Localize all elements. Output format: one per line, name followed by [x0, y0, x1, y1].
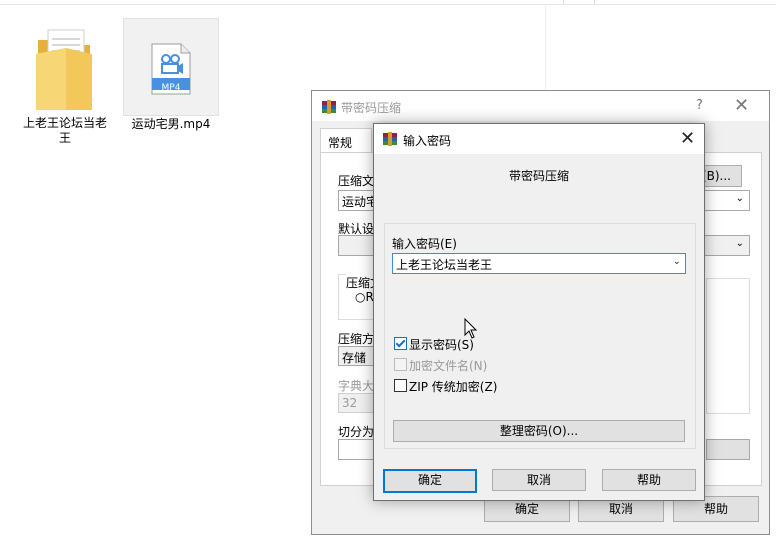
- help-button[interactable]: 帮助: [602, 469, 696, 491]
- help-icon[interactable]: ?: [696, 98, 703, 113]
- title-bar: 带密码压缩 ? ✕: [312, 91, 769, 121]
- chevron-down-icon: ⌄: [672, 256, 681, 267]
- tab-general[interactable]: 常规: [320, 128, 372, 153]
- encrypt-filenames-label: 加密文件名(N): [409, 359, 488, 373]
- mp4-badge: MP4: [161, 83, 181, 93]
- video-file-item[interactable]: MP4: [123, 18, 219, 116]
- close-icon[interactable]: ✕: [680, 128, 695, 149]
- method-label: 压缩方: [338, 332, 375, 346]
- folder-name: 上老王论坛当老王: [22, 116, 107, 145]
- video-file-name: 运动宅男.mp4: [131, 117, 211, 131]
- close-icon[interactable]: ✕: [734, 95, 749, 116]
- cancel-button[interactable]: 取消: [492, 469, 586, 491]
- password-value: 上老王论坛当老王: [396, 258, 493, 272]
- dialog-title: 带密码压缩: [341, 101, 402, 115]
- split-unit-combo[interactable]: [706, 439, 750, 460]
- method-value: 存储: [342, 351, 367, 365]
- browse-button-label: (B)...: [701, 169, 731, 183]
- organize-passwords-button[interactable]: 整理密码(O)...: [393, 420, 685, 442]
- archive-name-label: 压缩文: [338, 174, 375, 188]
- winrar-icon: [322, 100, 336, 114]
- enter-password-dialog: 输入密码 ✕ 带密码压缩 输入密码(E) 上老王论坛当老王 ⌄ 显示密码(S) …: [373, 123, 705, 501]
- title-bar: 输入密码 ✕: [374, 124, 704, 154]
- tab-general-label: 常规: [328, 136, 353, 150]
- password-combo[interactable]: 上老王论坛当老王 ⌄: [392, 253, 686, 274]
- password-label: 输入密码(E): [392, 237, 457, 251]
- folder-item[interactable]: 上老王论坛当老王: [18, 18, 112, 148]
- split-label: 切分为: [338, 425, 375, 439]
- dialog-heading: 带密码压缩: [508, 169, 569, 183]
- dict-size-value: 32: [342, 396, 358, 410]
- mouse-cursor-icon: [464, 318, 478, 339]
- toolbar-separator: [563, 0, 564, 4]
- video-file-label-wrap: 运动宅男.mp4: [123, 116, 219, 134]
- zip-legacy-label: ZIP 传统加密(Z): [409, 380, 498, 394]
- dialog-title: 输入密码: [403, 134, 452, 148]
- folder-icon: [36, 29, 92, 110]
- chevron-down-icon: ⌄: [735, 238, 744, 249]
- toolbar-separator: [594, 0, 595, 4]
- dict-size-label: 字典大: [338, 379, 375, 393]
- ok-button[interactable]: 确定: [383, 469, 477, 493]
- explorer-top-strip: [0, 0, 776, 5]
- show-password-checkbox[interactable]: [394, 337, 407, 350]
- encrypt-filenames-checkbox[interactable]: [394, 358, 407, 371]
- chevron-down-icon: ⌄: [735, 193, 744, 204]
- options-groupbox: [706, 278, 750, 414]
- format-radio[interactable]: ○R: [355, 290, 374, 304]
- winrar-icon: [383, 132, 397, 146]
- zip-legacy-checkbox[interactable]: [394, 379, 407, 392]
